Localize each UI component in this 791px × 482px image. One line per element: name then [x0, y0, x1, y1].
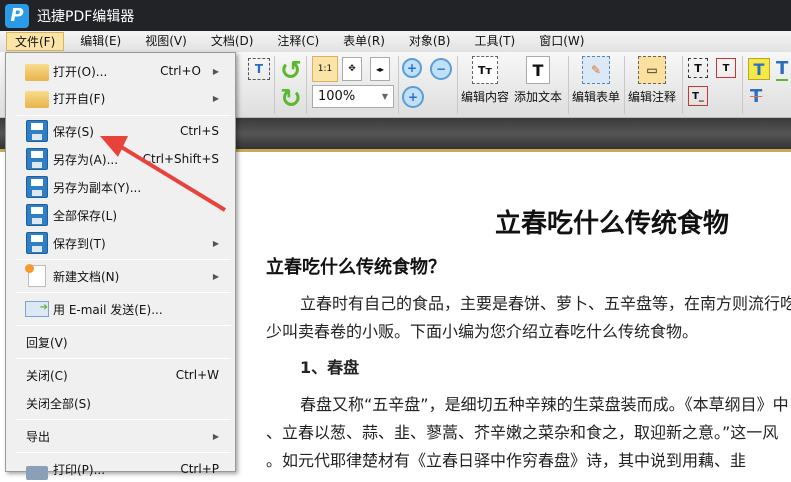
annotation-arrow	[100, 136, 227, 212]
